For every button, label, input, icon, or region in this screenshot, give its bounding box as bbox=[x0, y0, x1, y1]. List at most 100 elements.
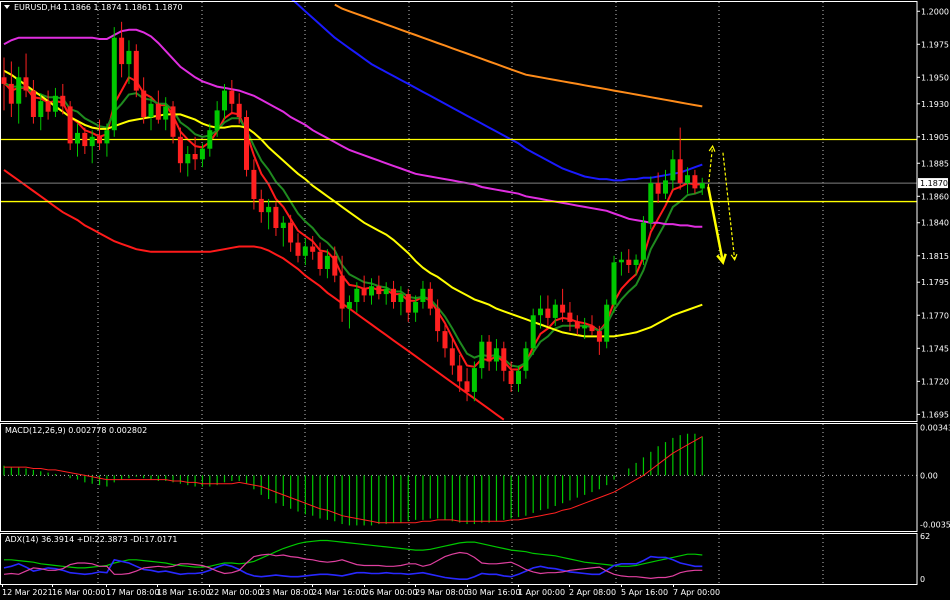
candle-body bbox=[82, 132, 88, 147]
candle-body bbox=[361, 288, 367, 296]
candle-body bbox=[75, 132, 80, 144]
candle-body bbox=[663, 180, 668, 194]
candle-body bbox=[302, 246, 308, 256]
candle-body bbox=[574, 321, 580, 329]
candle-body bbox=[545, 308, 551, 318]
time-tick-label: 17 Mar 08:00 bbox=[106, 588, 159, 597]
candle-body bbox=[626, 259, 632, 265]
candle-body bbox=[148, 103, 154, 117]
candle-body bbox=[177, 136, 183, 164]
candle-body bbox=[170, 106, 176, 137]
candle-body bbox=[229, 90, 235, 104]
candle-body bbox=[692, 175, 698, 189]
time-tick-label: 23 Mar 08:00 bbox=[260, 588, 313, 597]
time-tick-label: 24 Mar 16:00 bbox=[312, 588, 365, 597]
candle-body bbox=[655, 183, 661, 194]
candle-body bbox=[530, 315, 536, 349]
time-tick-label: 12 Mar 2021 bbox=[2, 588, 53, 597]
candle-body bbox=[8, 83, 14, 104]
candle-body bbox=[126, 50, 132, 65]
candle-body bbox=[670, 159, 676, 181]
candle-body bbox=[493, 348, 499, 362]
candle-body bbox=[648, 183, 654, 223]
candle-body bbox=[251, 169, 257, 199]
candle-body bbox=[324, 255, 330, 269]
candle-body bbox=[332, 255, 338, 276]
candle-body bbox=[567, 312, 573, 322]
time-tick-label: 16 Mar 00:00 bbox=[52, 588, 105, 597]
price-tick-label: 1.1840 bbox=[921, 219, 949, 228]
price-tick-label: 1.1695 bbox=[921, 410, 949, 419]
candle-body bbox=[435, 308, 441, 332]
candle-body bbox=[207, 130, 213, 149]
candle-body bbox=[67, 106, 73, 144]
candle-body bbox=[133, 50, 139, 91]
macd-tick-label: 0.003437 bbox=[920, 424, 950, 433]
price-tick-label: 1.2000 bbox=[921, 7, 949, 16]
candle-body bbox=[16, 77, 22, 104]
price-tick-label: 1.1745 bbox=[921, 344, 949, 353]
candle-body bbox=[141, 90, 147, 117]
candle-body bbox=[596, 331, 602, 342]
candle-body bbox=[486, 341, 492, 362]
candle-body bbox=[560, 304, 566, 313]
candle-body bbox=[214, 110, 220, 131]
price-tick-label: 1.1720 bbox=[921, 377, 949, 386]
trading-chart[interactable]: EURUSD,H4 1.1866 1.1874 1.1861 1.1870 MA… bbox=[0, 0, 950, 600]
candle-body bbox=[23, 77, 29, 91]
candle-body bbox=[449, 348, 455, 366]
time-tick-label: 1 Apr 00:00 bbox=[518, 588, 565, 597]
price-tick-label: 1.1950 bbox=[921, 73, 949, 82]
price-tick-label: 1.1770 bbox=[921, 311, 949, 320]
candle-body bbox=[52, 95, 58, 112]
candle-body bbox=[30, 90, 36, 117]
candle-body bbox=[273, 206, 279, 228]
candle-body bbox=[280, 222, 286, 228]
candle-body bbox=[244, 117, 249, 170]
time-tick-label: 18 Mar 16:00 bbox=[157, 588, 210, 597]
adx-tick-label: 0 bbox=[920, 575, 925, 584]
candle-body bbox=[339, 275, 345, 309]
adx-label: ADX(14) 36.3914 +DI:22.3873 -DI:17.0171 bbox=[5, 535, 177, 544]
time-tick-label: 7 Apr 00:00 bbox=[673, 588, 720, 597]
candle-body bbox=[258, 198, 264, 213]
candle-body bbox=[523, 348, 529, 371]
candle-body bbox=[155, 103, 161, 120]
candle-body bbox=[60, 95, 66, 107]
time-tick-label: 22 Mar 00:00 bbox=[209, 588, 262, 597]
candle-body bbox=[383, 288, 389, 295]
candle-body bbox=[354, 288, 360, 302]
price-tick-label: 1.1815 bbox=[921, 252, 949, 261]
symbol-header: EURUSD,H4 bbox=[14, 3, 61, 12]
time-tick-label: 5 Apr 16:00 bbox=[621, 588, 668, 597]
candle-body bbox=[185, 154, 191, 164]
price-tick-label: 1.1860 bbox=[921, 192, 949, 201]
candle-body bbox=[464, 381, 470, 392]
candle-body bbox=[420, 288, 426, 302]
current-price-label: 1.1870 bbox=[920, 179, 948, 188]
candle-body bbox=[1, 77, 7, 84]
candle-body bbox=[346, 302, 352, 309]
candle-body bbox=[310, 246, 316, 252]
candle-body bbox=[427, 288, 433, 309]
candle-body bbox=[317, 251, 323, 269]
candle-body bbox=[611, 262, 617, 305]
candle-body bbox=[604, 304, 610, 342]
candle-body bbox=[538, 308, 543, 316]
candle-body bbox=[38, 101, 44, 117]
candle-body bbox=[111, 37, 117, 131]
candle-body bbox=[633, 259, 639, 265]
candle-body bbox=[104, 130, 110, 144]
candle-body bbox=[45, 101, 51, 112]
candle-body bbox=[236, 103, 242, 117]
adx-tick-label: 62 bbox=[920, 532, 930, 541]
candle-body bbox=[199, 148, 205, 160]
price-tick-label: 1.1795 bbox=[921, 278, 949, 287]
candle-body bbox=[677, 159, 683, 184]
candle-body bbox=[391, 288, 396, 302]
candle-body bbox=[501, 348, 507, 371]
candle-body bbox=[405, 294, 411, 313]
time-tick-label: 30 Mar 16:00 bbox=[467, 588, 520, 597]
candle-body bbox=[376, 286, 382, 295]
candle-body bbox=[97, 136, 102, 144]
